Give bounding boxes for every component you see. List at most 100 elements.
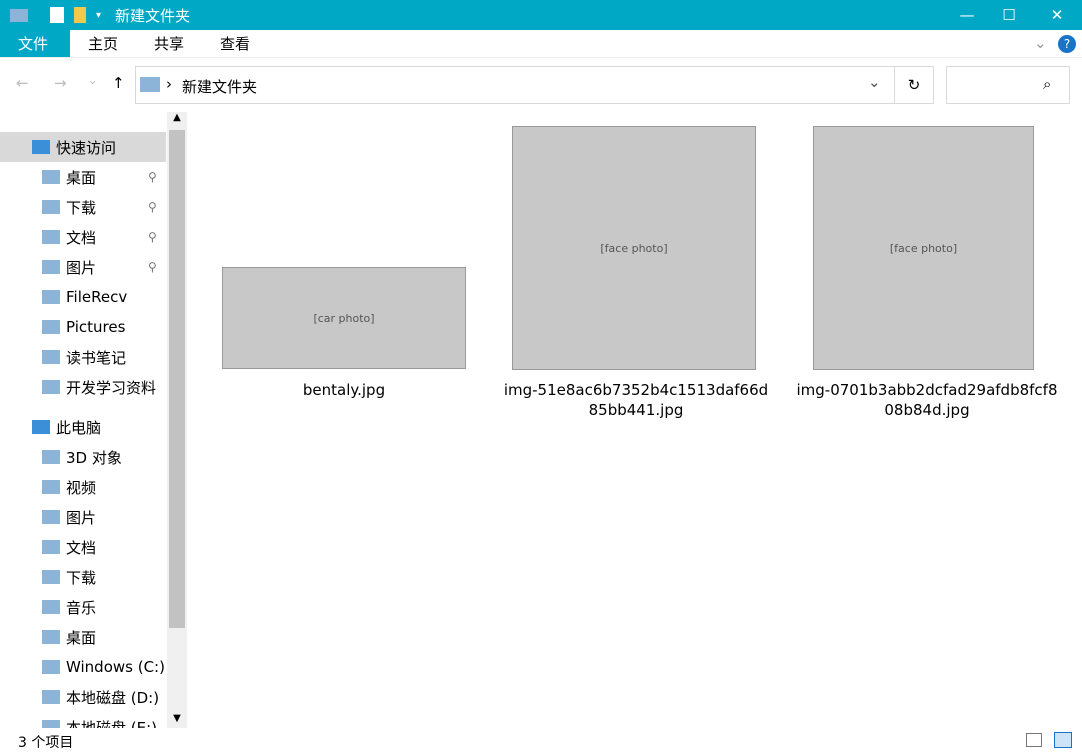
sidebar-item-label: 本地磁盘 (D:) — [66, 688, 160, 707]
sidebar-item-label: Windows (C:) — [66, 658, 165, 676]
folder-icon — [10, 8, 28, 22]
folder-icon — [42, 380, 60, 394]
sidebar-item-label: 此电脑 — [56, 418, 102, 437]
sidebar-item-label: 音乐 — [66, 598, 97, 617]
scroll-thumb[interactable] — [169, 130, 185, 628]
sidebar-item[interactable]: 本地磁盘 (E:) — [0, 712, 166, 728]
tab-view[interactable]: 查看 — [202, 30, 268, 57]
refresh-icon: ↻ — [907, 76, 921, 94]
file-name[interactable]: img-0701b3abb2dcfad29afdb8fcf8 08b84d.jpg — [795, 380, 1059, 420]
tab-home[interactable]: 主页 — [70, 30, 136, 57]
folder-icon — [42, 200, 60, 214]
sidebar-item-label: 视频 — [66, 478, 97, 497]
sidebar-item[interactable]: 视频 — [0, 472, 166, 502]
address-dropdown-icon[interactable]: ⌄ — [868, 73, 881, 91]
ribbon-collapse-icon[interactable]: ⌄ — [1034, 34, 1047, 52]
large-icons-view-icon[interactable] — [1054, 732, 1072, 748]
close-button[interactable]: ✕ — [1034, 0, 1080, 30]
ribbon-tabs: 文件 主页 共享 查看 ⌄ ? — [0, 30, 1082, 58]
sidebar-item-label: 下载 — [66, 568, 97, 587]
details-view-icon[interactable] — [1026, 733, 1042, 747]
sidebar-item[interactable]: 桌面 ⚲ — [0, 162, 166, 192]
folder-icon — [42, 170, 60, 184]
breadcrumb-folder[interactable]: 新建文件夹 — [182, 76, 257, 97]
search-box[interactable]: ⌕ — [946, 66, 1070, 104]
folder-icon — [42, 630, 60, 644]
window-title: 新建文件夹 — [115, 6, 191, 25]
sidebar-item[interactable]: FileRecv — [0, 282, 166, 312]
folder-icon — [42, 290, 60, 304]
folder-icon — [42, 450, 60, 464]
sidebar-item-label: 下载 — [66, 198, 97, 217]
sidebar-item[interactable]: 本地磁盘 (D:) — [0, 682, 166, 712]
maximize-button[interactable]: ☐ — [986, 0, 1032, 30]
sidebar-item[interactable]: 音乐 — [0, 592, 166, 622]
sidebar-item-label: 快速访问 — [56, 138, 117, 157]
refresh-button[interactable]: ↻ — [894, 66, 934, 104]
qat-dropdown-icon[interactable]: ▾ — [96, 10, 101, 21]
file-name[interactable]: img-51e8ac6b7352b4c1513daf66d 85bb441.jpg — [500, 380, 772, 420]
item-count: 3 个项目 — [18, 735, 74, 751]
sidebar-item[interactable]: 下载 ⚲ — [0, 192, 166, 222]
recent-dropdown-icon[interactable]: ⌄ — [88, 74, 97, 87]
address-bar[interactable]: › 新建文件夹 ⌄ — [135, 66, 895, 104]
sidebar-item-label: 桌面 — [66, 168, 97, 187]
up-icon[interactable]: ↑ — [112, 74, 125, 92]
computer-icon — [32, 420, 50, 434]
new-folder-icon[interactable] — [74, 7, 86, 23]
status-bar: 3 个项目 — [0, 728, 1082, 755]
folder-icon — [42, 480, 60, 494]
sidebar-item-label: 桌面 — [66, 628, 97, 647]
search-icon: ⌕ — [1043, 75, 1052, 93]
scroll-up-icon[interactable]: ▲ — [167, 112, 187, 130]
sidebar-item-label: 文档 — [66, 538, 97, 557]
sidebar-item[interactable]: 下载 — [0, 562, 166, 592]
thumbnail-bentaly[interactable]: [car photo] — [222, 267, 466, 369]
folder-icon — [42, 260, 60, 274]
folder-icon — [42, 690, 60, 704]
properties-icon[interactable] — [50, 7, 64, 23]
folder-icon — [42, 540, 60, 554]
file-name[interactable]: bentaly.jpg — [222, 380, 466, 400]
pin-icon[interactable]: ⚲ — [148, 200, 157, 214]
folder-icon — [42, 570, 60, 584]
sidebar-item[interactable]: 此电脑 — [0, 412, 166, 442]
navigation-bar: ← → ⌄ ↑ › 新建文件夹 ⌄ ↻ ⌕ — [0, 58, 1082, 112]
sidebar-item[interactable]: 图片 ⚲ — [0, 252, 166, 282]
sidebar-item[interactable]: 3D 对象 — [0, 442, 166, 472]
minimize-button[interactable]: — — [944, 0, 990, 30]
sidebar-item[interactable]: 文档 ⚲ — [0, 222, 166, 252]
tab-file[interactable]: 文件 — [0, 30, 70, 57]
sidebar-item[interactable]: Pictures — [0, 312, 166, 342]
star-icon — [32, 140, 50, 154]
pin-icon[interactable]: ⚲ — [148, 260, 157, 274]
sidebar-scrollbar[interactable]: ▲ ▼ — [167, 112, 187, 728]
sidebar-item[interactable]: 图片 — [0, 502, 166, 532]
navigation-pane: 快速访问桌面 ⚲ 下载 ⚲ 文档 ⚲ 图片 ⚲ FileRecv Pictures 读书笔记 开发学习… — [0, 112, 188, 728]
sidebar-item-label: 文档 — [66, 228, 97, 247]
sidebar-item-label: FileRecv — [66, 288, 128, 306]
sidebar-item-label: 3D 对象 — [66, 448, 122, 467]
sidebar-item[interactable]: 桌面 — [0, 622, 166, 652]
sidebar-item[interactable]: 开发学习资料 — [0, 372, 166, 402]
pin-icon[interactable]: ⚲ — [148, 230, 157, 244]
sidebar-item[interactable]: 读书笔记 — [0, 342, 166, 372]
tab-share[interactable]: 共享 — [136, 30, 202, 57]
folder-icon — [42, 660, 60, 674]
sidebar-item-label: 图片 — [66, 258, 97, 277]
thumbnail-img-51e8[interactable]: [face photo] — [512, 126, 756, 370]
thumbnail-img-0701[interactable]: [face photo] — [813, 126, 1034, 370]
sidebar-item[interactable]: 文档 — [0, 532, 166, 562]
folder-icon — [42, 230, 60, 244]
sidebar-item[interactable]: 快速访问 — [0, 132, 166, 162]
back-icon[interactable]: ← — [16, 74, 29, 92]
scroll-down-icon[interactable]: ▼ — [167, 713, 187, 724]
folder-icon — [42, 600, 60, 614]
pin-icon[interactable]: ⚲ — [148, 170, 157, 184]
forward-icon[interactable]: → — [54, 74, 67, 92]
help-icon[interactable]: ? — [1058, 35, 1076, 53]
sidebar-item-label: 图片 — [66, 508, 97, 527]
sidebar-item[interactable]: Windows (C:) — [0, 652, 166, 682]
breadcrumb-separator: › — [166, 75, 172, 93]
folder-icon — [42, 320, 60, 334]
